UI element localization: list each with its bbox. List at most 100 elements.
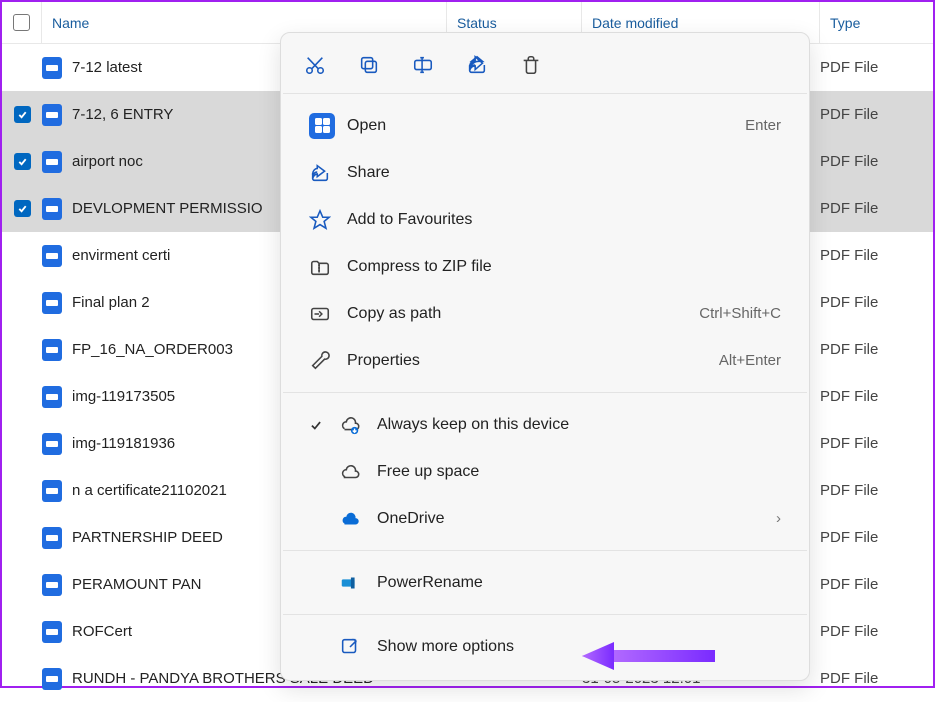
file-name: n a certificate21102021 bbox=[72, 482, 227, 499]
file-type: PDF File bbox=[820, 200, 933, 217]
header-date-label: Date modified bbox=[592, 15, 678, 31]
chevron-right-icon: › bbox=[761, 510, 781, 527]
pdf-icon bbox=[42, 621, 62, 643]
ctx-label: Free up space bbox=[377, 463, 781, 481]
file-name: FP_16_NA_ORDER003 bbox=[72, 341, 233, 358]
select-all-checkbox[interactable] bbox=[13, 14, 30, 31]
ctx-label: Copy as path bbox=[347, 305, 699, 323]
share-icon bbox=[309, 162, 347, 184]
file-name: Final plan 2 bbox=[72, 294, 150, 311]
star-icon bbox=[309, 209, 347, 231]
ctx-favourites[interactable]: Add to Favourites bbox=[281, 196, 809, 243]
ctx-shortcut: Ctrl+Shift+C bbox=[699, 305, 781, 322]
file-name: img-119173505 bbox=[72, 388, 175, 405]
delete-icon[interactable] bbox=[519, 53, 543, 77]
file-name: PARTNERSHIP DEED bbox=[72, 529, 223, 546]
file-type: PDF File bbox=[820, 576, 933, 593]
rename-icon[interactable] bbox=[411, 53, 435, 77]
file-type: PDF File bbox=[820, 388, 933, 405]
pdf-icon bbox=[42, 57, 62, 79]
header-type[interactable]: Type bbox=[820, 2, 933, 43]
divider bbox=[283, 550, 807, 551]
pdf-icon bbox=[42, 480, 62, 502]
header-checkbox-cell[interactable] bbox=[2, 2, 42, 43]
ctx-label: OneDrive bbox=[377, 510, 761, 528]
pdf-icon bbox=[42, 245, 62, 267]
onedrive-icon bbox=[339, 508, 377, 530]
pdf-icon bbox=[42, 433, 62, 455]
file-type: PDF File bbox=[820, 153, 933, 170]
file-name: ROFCert bbox=[72, 623, 132, 640]
path-icon bbox=[309, 303, 347, 325]
cut-icon[interactable] bbox=[303, 53, 327, 77]
file-type: PDF File bbox=[820, 482, 933, 499]
divider bbox=[283, 93, 807, 94]
file-type: PDF File bbox=[820, 59, 933, 76]
cloud-keep-icon bbox=[339, 414, 377, 436]
pdf-icon bbox=[42, 386, 62, 408]
ctx-powerrename[interactable]: PowerRename bbox=[281, 559, 809, 606]
file-type: PDF File bbox=[820, 106, 933, 123]
ctx-shortcut: Alt+Enter bbox=[719, 352, 781, 369]
pdf-icon bbox=[42, 668, 62, 690]
pdf-icon bbox=[42, 151, 62, 173]
copy-icon[interactable] bbox=[357, 53, 381, 77]
pdf-icon bbox=[42, 104, 62, 126]
file-type: PDF File bbox=[820, 670, 933, 687]
file-name: img-119181936 bbox=[72, 435, 175, 452]
zip-icon bbox=[309, 256, 347, 278]
file-name: airport noc bbox=[72, 153, 143, 170]
file-type: PDF File bbox=[820, 435, 933, 452]
powerrename-icon bbox=[339, 572, 377, 594]
pdf-icon bbox=[42, 198, 62, 220]
file-name: PERAMOUNT PAN bbox=[72, 576, 201, 593]
pdf-icon bbox=[42, 339, 62, 361]
ctx-shortcut: Enter bbox=[745, 117, 781, 134]
ctx-zip[interactable]: Compress to ZIP file bbox=[281, 243, 809, 290]
file-type: PDF File bbox=[820, 247, 933, 264]
ctx-open[interactable]: Open Enter bbox=[281, 102, 809, 149]
ctx-label: Share bbox=[347, 164, 781, 182]
share-icon[interactable] bbox=[465, 53, 489, 77]
file-name: 7-12 latest bbox=[72, 59, 142, 76]
more-options-icon bbox=[339, 636, 377, 658]
ctx-label: Compress to ZIP file bbox=[347, 258, 781, 276]
file-name: 7-12, 6 ENTRY bbox=[72, 106, 173, 123]
open-app-icon bbox=[309, 113, 335, 139]
ctx-copy-path[interactable]: Copy as path Ctrl+Shift+C bbox=[281, 290, 809, 337]
context-toolbar bbox=[281, 37, 809, 91]
ctx-label: Open bbox=[347, 117, 745, 135]
ctx-label: PowerRename bbox=[377, 574, 781, 592]
ctx-show-more[interactable]: Show more options bbox=[281, 623, 809, 670]
cloud-icon bbox=[339, 461, 377, 483]
check-icon bbox=[309, 418, 339, 432]
file-name: envirment certi bbox=[72, 247, 170, 264]
wrench-icon bbox=[309, 350, 347, 372]
file-type: PDF File bbox=[820, 294, 933, 311]
file-type: PDF File bbox=[820, 529, 933, 546]
header-type-label: Type bbox=[830, 15, 860, 31]
ctx-onedrive[interactable]: OneDrive › bbox=[281, 495, 809, 542]
row-checkbox[interactable] bbox=[14, 200, 31, 217]
row-checkbox[interactable] bbox=[14, 106, 31, 123]
ctx-label: Properties bbox=[347, 352, 719, 370]
ctx-free-space[interactable]: Free up space bbox=[281, 448, 809, 495]
pdf-icon bbox=[42, 574, 62, 596]
ctx-always-keep[interactable]: Always keep on this device bbox=[281, 401, 809, 448]
file-type: PDF File bbox=[820, 623, 933, 640]
divider bbox=[283, 392, 807, 393]
file-type: PDF File bbox=[820, 341, 933, 358]
header-status-label: Status bbox=[457, 15, 497, 31]
ctx-label: Show more options bbox=[377, 638, 781, 656]
annotation-arrow bbox=[580, 636, 720, 676]
divider bbox=[283, 614, 807, 615]
ctx-share[interactable]: Share bbox=[281, 149, 809, 196]
file-name: DEVLOPMENT PERMISSIO bbox=[72, 200, 263, 217]
ctx-label: Add to Favourites bbox=[347, 211, 781, 229]
context-menu: Open Enter Share Add to Favourites Compr… bbox=[280, 32, 810, 681]
pdf-icon bbox=[42, 292, 62, 314]
ctx-label: Always keep on this device bbox=[377, 416, 781, 434]
pdf-icon bbox=[42, 527, 62, 549]
ctx-properties[interactable]: Properties Alt+Enter bbox=[281, 337, 809, 384]
row-checkbox[interactable] bbox=[14, 153, 31, 170]
